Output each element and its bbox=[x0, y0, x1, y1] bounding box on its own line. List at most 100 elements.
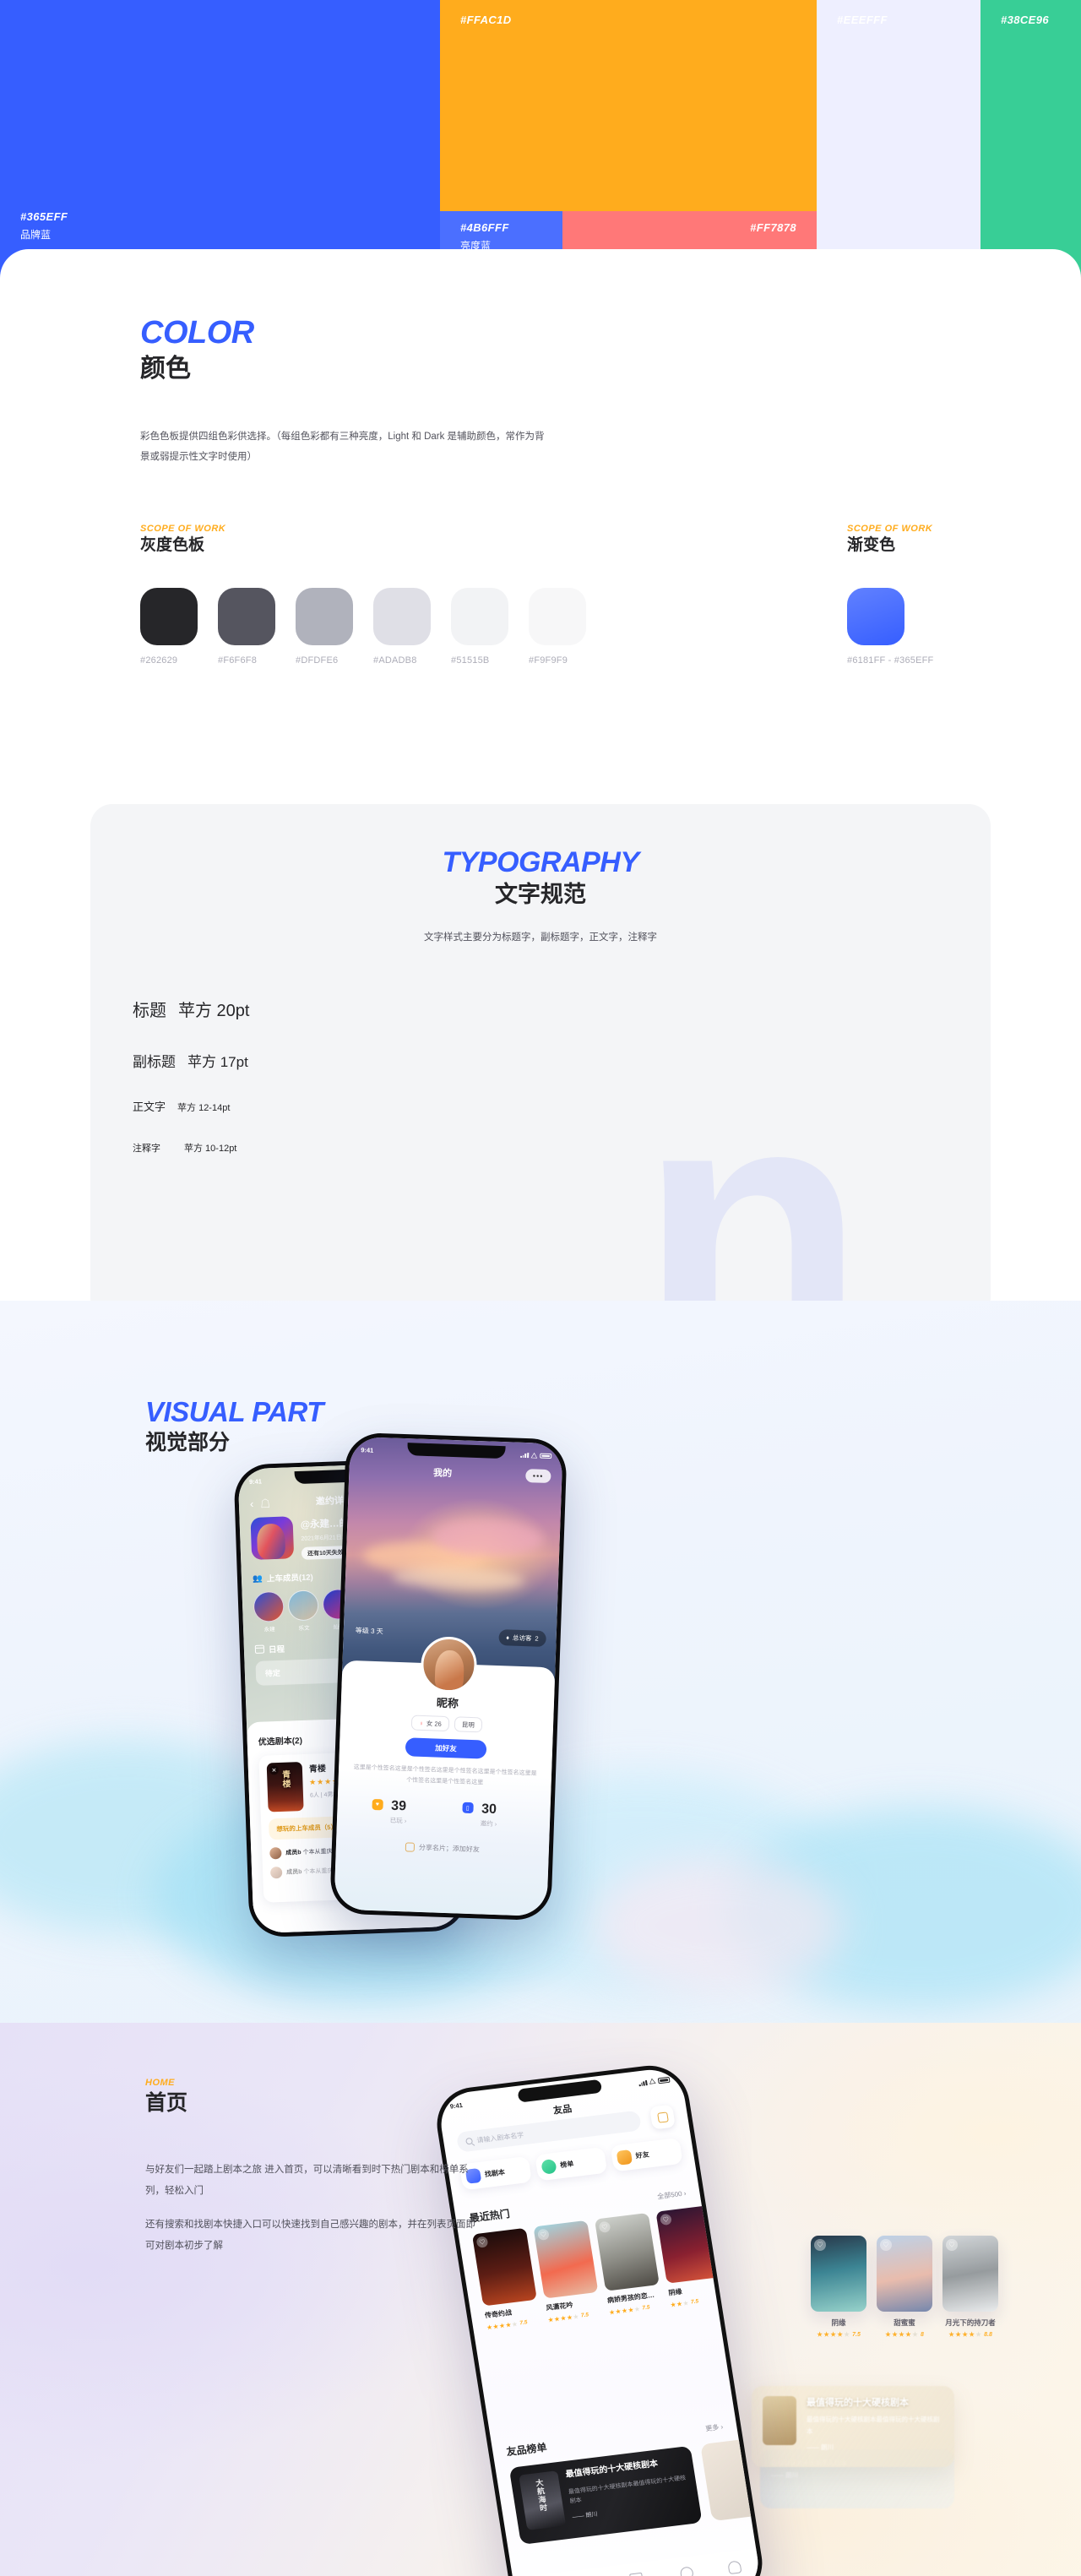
color-title-cn: 颜色 bbox=[140, 355, 191, 383]
grayscale-swatch[interactable]: #F9F9F9 bbox=[529, 587, 586, 666]
star-icon: ★ bbox=[837, 2332, 844, 2338]
grayscale-swatch[interactable]: #F6F6F8 bbox=[218, 587, 275, 666]
stat-played[interactable]: ♥ 39 已玩 › bbox=[372, 1799, 408, 1826]
quick-link-friends[interactable]: 好友 bbox=[610, 2137, 683, 2172]
rank-card[interactable]: 大航海时 最值得玩的十大硬核剧本 最值得玩的十大硬核剧本最值得玩的十大硬核剧本 … bbox=[508, 2445, 703, 2545]
compose-button[interactable] bbox=[649, 2104, 676, 2130]
home-icon[interactable]: ☖ bbox=[260, 1496, 271, 1510]
heart-icon[interactable]: ♡ bbox=[946, 2239, 958, 2251]
rank-view-all[interactable]: 更多 › bbox=[705, 2422, 724, 2433]
float-card[interactable]: ♡ 甜蜜蜜 ★ ★ ★ ★ ★ 8 bbox=[877, 2236, 932, 2339]
grayscale-swatch[interactable]: #262629 bbox=[140, 587, 198, 666]
heart-icon[interactable]: ♡ bbox=[536, 2228, 550, 2241]
gradient-swatch-row: #6181FF - #365EFF bbox=[847, 587, 934, 666]
star-icon-empty: ★ bbox=[912, 2332, 919, 2338]
swatch-chip[interactable] bbox=[373, 587, 431, 645]
grayscale-swatch[interactable]: #DFDFE6 bbox=[296, 587, 353, 666]
profile-level-badge: 等级 3 天 bbox=[356, 1626, 383, 1636]
swatch-chip[interactable] bbox=[847, 587, 904, 645]
cloud-decoration bbox=[591, 1858, 845, 1993]
star-icon: ★ bbox=[823, 2332, 830, 2338]
rank-author: —— 朗川 bbox=[807, 2443, 834, 2451]
swatch-chip[interactable] bbox=[296, 587, 353, 645]
swatch-hex-label: #6181FF - #365EFF bbox=[847, 655, 934, 666]
float-card[interactable]: ♡ 月光下的持刀者 ★ ★ ★ ★ ★ 8.8 bbox=[942, 2236, 998, 2339]
visitors-badge[interactable]: ♦ 总访客 2 bbox=[497, 1629, 546, 1648]
quick-link-ranking[interactable]: 榜单 bbox=[535, 2146, 608, 2182]
tab-inbox[interactable]: 收信箱 bbox=[627, 2572, 649, 2576]
swatch-hex-label: #F9F9F9 bbox=[529, 655, 568, 666]
share-icon bbox=[405, 1842, 416, 1852]
grayscale-swatch[interactable]: #51515B bbox=[451, 587, 508, 666]
swatch-green[interactable]: #38CE96 bbox=[981, 0, 1081, 279]
script-card[interactable]: ♡ 阴缘 ★ ★ ★ 7.5 bbox=[655, 2205, 725, 2308]
typography-scale-row: 副标题 苹方 17pt bbox=[133, 1050, 249, 1071]
stat-invites[interactable]: ▯ 30 邀约 › bbox=[462, 1802, 497, 1829]
script-name: 月光下的持刀者 bbox=[945, 2318, 996, 2327]
heart-icon[interactable]: ♡ bbox=[880, 2239, 892, 2251]
float-card[interactable]: ♡ 阴缘 ★ ★ ★ ★ ★ 7.5 bbox=[811, 2236, 866, 2339]
swatch-amber[interactable]: #FFAC1D bbox=[440, 0, 817, 211]
typography-scale-row: 标题 苹方 20pt bbox=[133, 997, 249, 1021]
heart-icon[interactable]: ♡ bbox=[659, 2213, 672, 2226]
star-icon: ★ bbox=[955, 2332, 962, 2338]
member-item[interactable]: 乐文 bbox=[287, 1590, 320, 1632]
visitors-count: 2 bbox=[535, 1634, 539, 1643]
rating-score: 7.5 bbox=[641, 2303, 651, 2312]
rank-desc: 最值得玩的十大硬核剧本最值得玩的十大硬核剧本 bbox=[807, 2416, 940, 2435]
swatch-chip[interactable] bbox=[529, 587, 586, 645]
status-icons: △ bbox=[520, 1450, 552, 1460]
profile-nav-title: 我的 bbox=[432, 1468, 453, 1479]
pin-icon bbox=[679, 2566, 695, 2576]
avatar bbox=[269, 1846, 282, 1860]
gradient-swatch[interactable]: #6181FF - #365EFF bbox=[847, 587, 934, 666]
swatch-chip[interactable] bbox=[140, 587, 198, 645]
poster-title-text: 大航海时 bbox=[534, 2477, 548, 2513]
gradient-eyebrow: SCOPE OF WORK bbox=[847, 524, 933, 534]
star-icon: ★ bbox=[317, 1778, 324, 1786]
grayscale-swatch[interactable]: #ADADB8 bbox=[373, 587, 431, 666]
swatch-hex-label: #365EFF bbox=[20, 210, 68, 223]
back-icon[interactable]: ‹ bbox=[250, 1497, 254, 1509]
star-icon: ★ bbox=[309, 1778, 317, 1786]
rank-title: 友品榜单 bbox=[505, 2441, 548, 2459]
script-card[interactable]: ♡ 风潇花吟 ★ ★ ★ ★ ★ 7.5 bbox=[533, 2220, 602, 2323]
status-time: 9:41 bbox=[361, 1445, 374, 1454]
rank-author: —— 朗川 bbox=[771, 2470, 799, 2479]
person-icon bbox=[727, 2560, 742, 2575]
chat-icon bbox=[540, 2158, 557, 2175]
star-icon: ★ bbox=[948, 2332, 955, 2338]
book-badge-icon: ▯ bbox=[462, 1802, 474, 1814]
quick-link-label: 好友 bbox=[635, 2150, 650, 2160]
more-options-button[interactable]: ••• bbox=[524, 1469, 551, 1484]
swatch-lavender[interactable]: #EEEFFF bbox=[817, 0, 981, 279]
avatar[interactable] bbox=[287, 1590, 319, 1622]
star-icon: ★ bbox=[324, 1777, 332, 1786]
grayscale-eyebrow: SCOPE OF WORK bbox=[140, 524, 226, 534]
hot-view-all[interactable]: 全部500 › bbox=[657, 2188, 687, 2201]
swatch-chip[interactable] bbox=[218, 587, 275, 645]
add-friend-button[interactable]: 加好友 bbox=[405, 1737, 487, 1759]
tab-local[interactable]: 本地 bbox=[679, 2566, 696, 2576]
avatar[interactable] bbox=[253, 1590, 285, 1622]
swatch-chip[interactable] bbox=[451, 587, 508, 645]
avatar[interactable] bbox=[250, 1516, 295, 1560]
gradient-title: 渐变色 bbox=[847, 536, 896, 554]
star-icon: ★ bbox=[817, 2332, 823, 2338]
close-icon[interactable]: ✕ bbox=[269, 1765, 280, 1775]
script-poster: ♡ bbox=[942, 2236, 998, 2312]
mail-icon bbox=[629, 2572, 644, 2576]
grayscale-palette-group: SCOPE OF WORK 灰度色板 #262629 #F6F6F8 #DFDF… bbox=[140, 524, 586, 666]
tab-space[interactable]: 空间 bbox=[727, 2560, 743, 2576]
swatch-brand-blue[interactable]: #365EFF 品牌蓝 bbox=[0, 0, 440, 279]
heart-icon[interactable]: ♡ bbox=[814, 2239, 826, 2251]
swatch-hex-label: #F6F6F8 bbox=[218, 655, 258, 666]
member-item[interactable]: 永建 bbox=[253, 1590, 285, 1633]
typography-subtitle: 文字样式主要分为标题字，副标题字，正文字，注释字 bbox=[424, 932, 657, 943]
tag-label: 女 26 bbox=[426, 1719, 442, 1728]
share-card-row[interactable]: 分享名片；添加好友 bbox=[349, 1840, 536, 1856]
script-card[interactable]: ♡ 病娇男孩的恋… ★ ★ ★ ★ ★ 7.5 bbox=[594, 2212, 664, 2316]
profile-tags: ♀ 女 26 昆明 bbox=[353, 1713, 540, 1735]
signal-icon bbox=[520, 1453, 529, 1459]
heart-icon[interactable]: ♡ bbox=[598, 2220, 611, 2234]
